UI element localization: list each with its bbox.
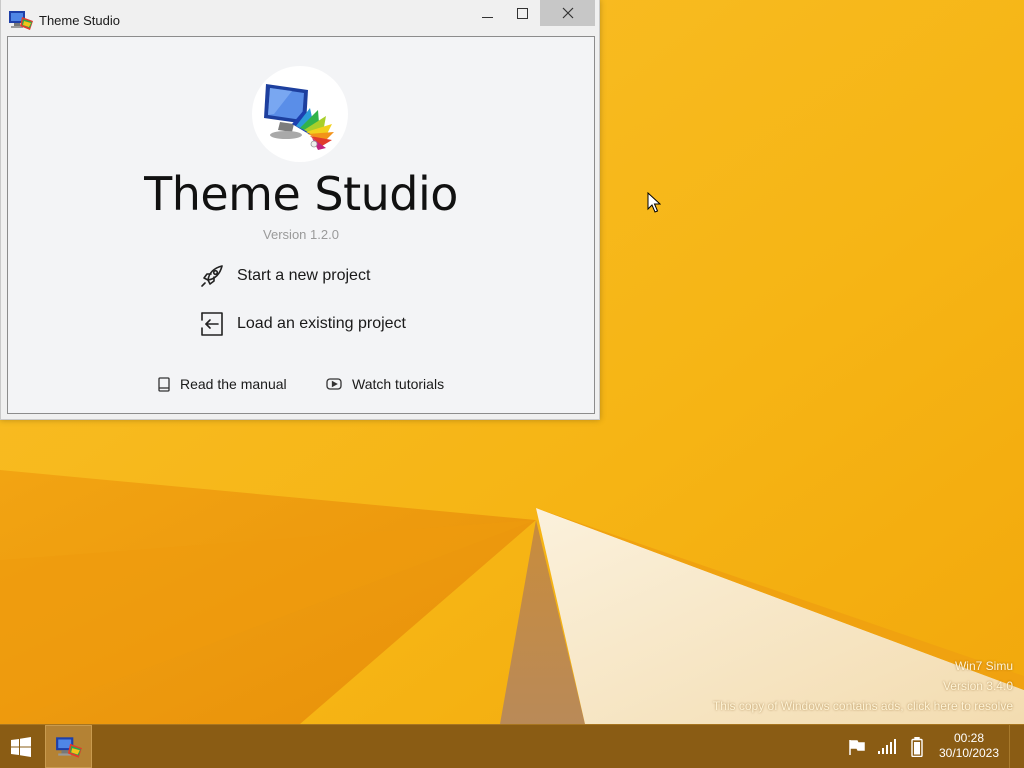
watermark-notice: This copy of Windows contains ads, click… [712,699,1013,713]
watch-tutorials-link[interactable]: Watch tutorials [326,375,444,393]
app-icon [8,9,34,35]
activation-watermark[interactable]: Win7 Simu Version 3.4.0 This copy of Win… [713,656,1013,716]
battery-icon[interactable] [908,736,926,758]
import-icon [198,310,226,338]
close-icon [562,7,573,19]
window-title: Theme Studio [39,13,120,28]
start-new-project-label: Start a new project [237,267,371,284]
monitor-palette-icon [264,84,334,150]
minimize-icon [481,16,493,18]
app-logo [252,66,348,162]
minimize-button[interactable] [469,0,505,26]
maximize-button[interactable] [505,0,539,26]
clock-time: 00:28 [953,731,985,745]
taskbar: 00:28 30/10/2023 [0,724,1024,768]
load-existing-project-button[interactable]: Load an existing project [198,309,406,339]
title-bar[interactable]: Theme Studio [1,0,599,36]
taskbar-theme-studio-button[interactable] [45,725,92,768]
play-icon [326,378,342,390]
clock-date: 30/10/2023 [938,746,1000,760]
windows-logo-icon [11,736,31,757]
maximize-icon [516,7,528,19]
watermark-version: Version 3.4.0 [942,679,1013,693]
start-new-project-button[interactable]: Start a new project [198,261,370,291]
watermark-product: Win7 Simu [954,659,1013,673]
close-button[interactable] [540,0,595,26]
read-manual-link[interactable]: Read the manual [158,375,287,393]
book-icon [158,376,170,392]
show-desktop-button[interactable] [1009,725,1024,768]
watch-tutorials-label: Watch tutorials [352,376,445,392]
app-name-heading: Theme Studio [144,167,458,221]
rocket-icon [198,262,226,290]
mouse-cursor-icon [647,192,661,213]
network-signal-icon[interactable] [876,736,898,758]
start-button[interactable] [0,725,42,768]
load-existing-project-label: Load an existing project [237,315,406,332]
welcome-panel: Theme Studio Version 1.2.0 Start a new p… [7,36,595,414]
app-icon [55,736,82,758]
version-label: Version 1.2.0 [263,227,339,242]
system-clock[interactable]: 00:28 30/10/2023 [930,731,1008,761]
action-center-flag-icon[interactable] [846,736,868,758]
theme-studio-window: Theme Studio Theme Studio Version 1.2.0 … [0,0,600,420]
read-manual-label: Read the manual [180,376,287,392]
